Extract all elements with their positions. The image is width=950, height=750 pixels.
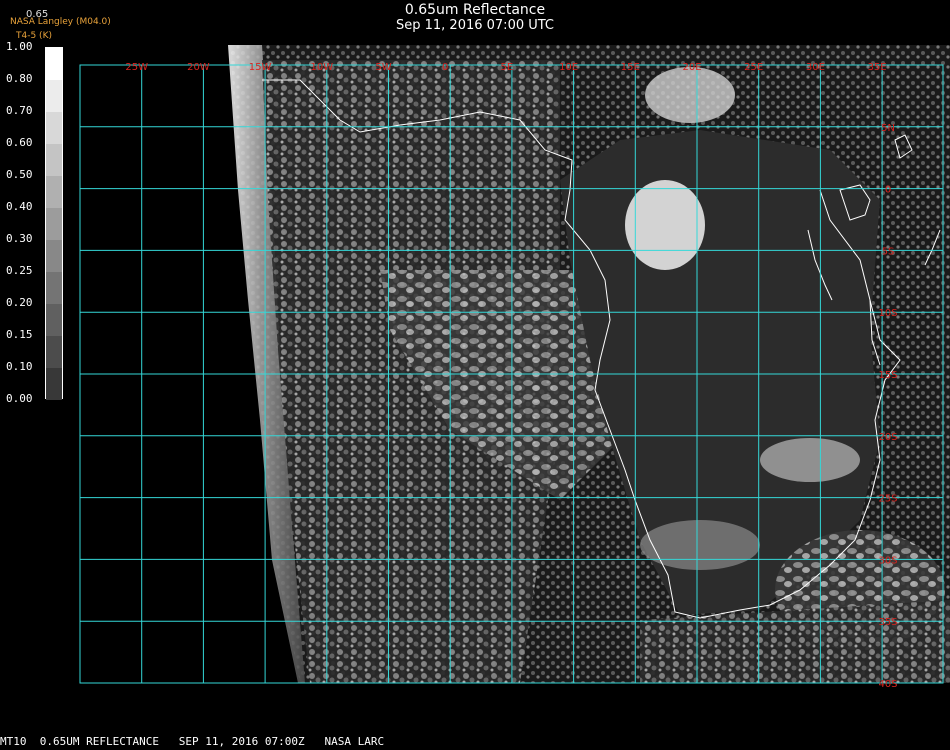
legend-tick-label: 0.10	[6, 360, 33, 373]
legend-tick-label: 0.70	[6, 104, 33, 117]
cloud-imagery	[228, 45, 950, 683]
latitude-label: 30S	[878, 555, 897, 566]
longitude-label: 15W	[249, 62, 272, 73]
latitude-label: 5S	[882, 246, 895, 257]
legend-tick-label: 0.80	[6, 72, 33, 85]
latitude-label: 20S	[878, 432, 897, 443]
latitude-label: 40S	[878, 679, 897, 690]
legend-tick-label: 0.30	[6, 232, 33, 245]
longitude-label: 20W	[187, 62, 210, 73]
longitude-label: 30E	[806, 62, 825, 73]
legend-tick-label: 1.00	[6, 40, 33, 53]
longitude-label: 15E	[621, 62, 640, 73]
longitude-label: 10E	[559, 62, 578, 73]
legend-tick-label: 0.50	[6, 168, 33, 181]
latitude-label: 10S	[878, 308, 897, 319]
legend-tick-label: 0.00	[6, 392, 33, 405]
latitude-label: 0	[885, 185, 891, 196]
longitude-label: 35E	[868, 62, 887, 73]
legend-tick-label: 0.25	[6, 264, 33, 277]
legend-tick-label: 0.15	[6, 328, 33, 341]
latitude-label: 25S	[878, 494, 897, 505]
legend-tick-label: 0.60	[6, 136, 33, 149]
longitude-label: 20E	[682, 62, 701, 73]
latitude-label: 35S	[878, 617, 897, 628]
latitude-label: 5N	[881, 123, 895, 134]
longitude-label: 10W	[310, 62, 333, 73]
footer-caption: MT10 0.65UM REFLECTANCE SEP 11, 2016 07:…	[0, 735, 385, 748]
longitude-label: 5W	[375, 62, 391, 73]
longitude-label: 5E	[501, 62, 514, 73]
longitude-label: 25E	[744, 62, 763, 73]
legend-tick-label: 0.20	[6, 296, 33, 309]
legend-tick-label: 0.40	[6, 200, 33, 213]
longitude-label: 0	[442, 62, 448, 73]
longitude-label: 25W	[125, 62, 148, 73]
latitude-label: 15S	[878, 370, 897, 381]
satellite-map: 25W 20W 15W 10W 5W 0 5E 10E 15E 20E 25E 30E 35E 5N 0 5S…	[79, 45, 950, 690]
